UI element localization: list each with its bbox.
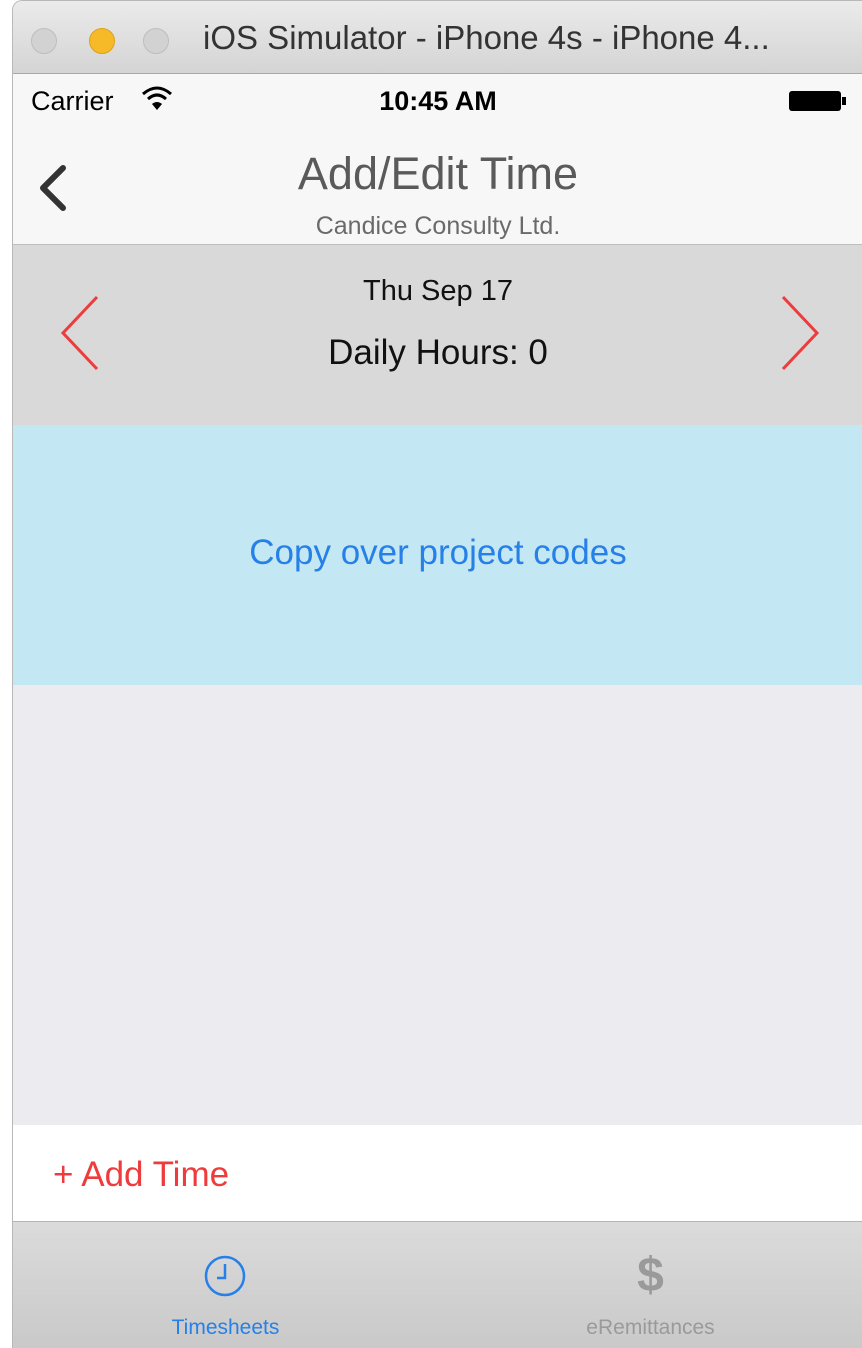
tab-eremittances[interactable]: $ eRemittances — [438, 1222, 862, 1348]
dollar-icon: $ — [637, 1249, 664, 1302]
next-day-chevron-icon[interactable] — [773, 293, 823, 373]
navigation-bar: Add/Edit Time Candice Consulty Ltd. — [13, 128, 862, 245]
simulator-window: iOS Simulator - iPhone 4s - iPhone 4... … — [12, 0, 862, 1348]
date-label: Thu Sep 17 — [363, 275, 513, 307]
window-minimize-button[interactable] — [89, 28, 115, 54]
page-title: Add/Edit Time — [297, 148, 579, 199]
ios-status-bar: Carrier 10:45 AM — [13, 74, 862, 128]
battery-icon — [789, 91, 846, 111]
status-time: 10:45 AM — [379, 86, 497, 116]
window-close-button[interactable] — [31, 28, 57, 54]
page-subtitle: Candice Consulty Ltd. — [315, 212, 561, 240]
daily-hours-label: Daily Hours: 0 — [328, 333, 548, 372]
tab-label: eRemittances — [586, 1316, 715, 1339]
time-entries-list — [13, 685, 862, 1125]
clock-icon — [204, 1255, 246, 1297]
copy-codes-panel: Copy over project codes — [13, 425, 862, 685]
window-zoom-button[interactable] — [143, 28, 169, 54]
tab-label: Timesheets — [171, 1316, 280, 1339]
tab-bar: Timesheets $ eRemittances — [13, 1221, 862, 1348]
tab-timesheets[interactable]: Timesheets — [13, 1222, 438, 1348]
day-selector: Thu Sep 17 Daily Hours: 0 — [13, 245, 862, 425]
add-time-row[interactable]: + Add Time — [13, 1125, 862, 1221]
window-titlebar: iOS Simulator - iPhone 4s - iPhone 4... — [13, 1, 862, 74]
copy-project-codes-button[interactable]: Copy over project codes — [13, 533, 862, 573]
window-title: iOS Simulator - iPhone 4s - iPhone 4... — [203, 19, 770, 56]
add-time-button[interactable]: + Add Time — [53, 1155, 229, 1195]
